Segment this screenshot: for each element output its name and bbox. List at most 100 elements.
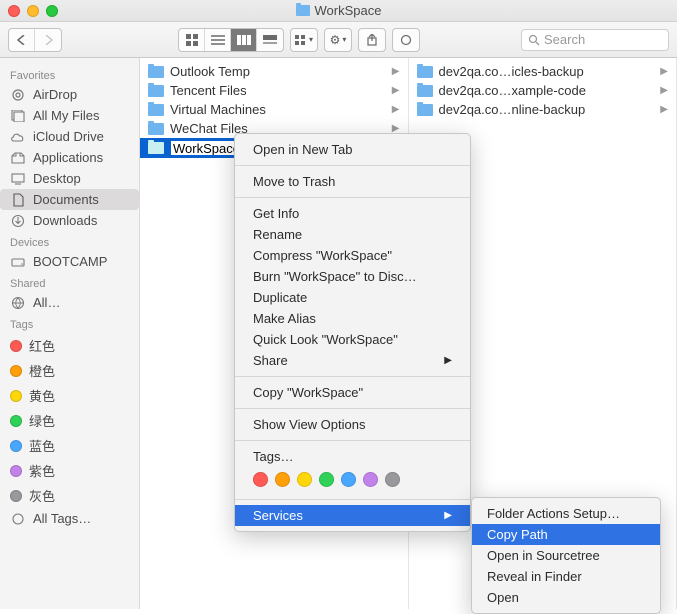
- ctx-get-info[interactable]: Get Info: [235, 203, 470, 224]
- context-menu: Open in New Tab Move to Trash Get Info R…: [234, 133, 471, 532]
- ctx-rename[interactable]: Rename: [235, 224, 470, 245]
- ctx-show-view-options[interactable]: Show View Options: [235, 414, 470, 435]
- sidebar-tag-red[interactable]: 红色: [0, 333, 139, 358]
- tag-dot-icon: [10, 465, 22, 477]
- sidebar-item-bootcamp[interactable]: BOOTCAMP: [0, 251, 139, 272]
- folder-icon: [148, 142, 164, 154]
- tag-color-button[interactable]: [297, 472, 312, 487]
- window-title: WorkSpace: [0, 3, 677, 18]
- sidebar-item-shared-all[interactable]: All…: [0, 292, 139, 313]
- ctx-open-new-tab[interactable]: Open in New Tab: [235, 139, 470, 160]
- desktop-icon: [10, 172, 26, 186]
- tag-dot-icon: [10, 415, 22, 427]
- zoom-window-button[interactable]: [46, 5, 58, 17]
- svc-open[interactable]: Open: [472, 587, 660, 608]
- ctx-duplicate[interactable]: Duplicate: [235, 287, 470, 308]
- documents-icon: [10, 193, 26, 207]
- list-item[interactable]: dev2qa.co…nline-backup▶: [409, 100, 677, 119]
- sidebar-tag-orange[interactable]: 橙色: [0, 358, 139, 383]
- folder-icon: [417, 104, 433, 116]
- window-controls: [8, 5, 58, 17]
- tag-dot-icon: [10, 390, 22, 402]
- sidebar-tag-blue[interactable]: 蓝色: [0, 433, 139, 458]
- search-placeholder: Search: [544, 32, 585, 47]
- ctx-quick-look[interactable]: Quick Look "WorkSpace": [235, 329, 470, 350]
- share-button[interactable]: [359, 29, 385, 51]
- separator: [235, 376, 470, 377]
- sidebar-tag-green[interactable]: 绿色: [0, 408, 139, 433]
- sidebar-tag-gray[interactable]: 灰色: [0, 483, 139, 508]
- sidebar-item-documents[interactable]: Documents: [0, 189, 139, 210]
- sidebar-item-airdrop[interactable]: AirDrop: [0, 84, 139, 105]
- ctx-share[interactable]: Share▶: [235, 350, 470, 371]
- minimize-window-button[interactable]: [27, 5, 39, 17]
- chevron-right-icon: ▶: [660, 66, 668, 77]
- tag-color-button[interactable]: [275, 472, 290, 487]
- list-item[interactable]: Tencent Files▶: [140, 81, 408, 100]
- sidebar-item-applications[interactable]: Applications: [0, 147, 139, 168]
- separator: [235, 440, 470, 441]
- column-view-button[interactable]: [231, 29, 257, 51]
- ctx-move-to-trash[interactable]: Move to Trash: [235, 171, 470, 192]
- svc-copy-path[interactable]: Copy Path: [472, 524, 660, 545]
- svc-folder-actions[interactable]: Folder Actions Setup…: [472, 503, 660, 524]
- ctx-tag-color-row: [235, 467, 470, 494]
- chevron-right-icon: ▶: [660, 85, 668, 96]
- folder-icon: [148, 123, 164, 135]
- tags-button[interactable]: [393, 29, 419, 51]
- folder-icon: [148, 104, 164, 116]
- back-button[interactable]: [9, 29, 35, 51]
- titlebar: WorkSpace: [0, 0, 677, 22]
- folder-icon: [148, 85, 164, 97]
- svc-reveal-finder[interactable]: Reveal in Finder: [472, 566, 660, 587]
- tag-dot-icon: [10, 365, 22, 377]
- folder-icon: [417, 66, 433, 78]
- sidebar-all-tags[interactable]: All Tags…: [0, 508, 139, 529]
- ctx-make-alias[interactable]: Make Alias: [235, 308, 470, 329]
- icon-view-button[interactable]: [179, 29, 205, 51]
- folder-icon: [296, 5, 310, 16]
- tag-dot-icon: [10, 490, 22, 502]
- cloud-icon: [10, 130, 26, 144]
- chevron-right-icon: ▶: [660, 104, 668, 115]
- downloads-icon: [10, 214, 26, 228]
- svc-open-sourcetree[interactable]: Open in Sourcetree: [472, 545, 660, 566]
- chevron-right-icon: ▶: [444, 510, 452, 521]
- all-files-icon: [10, 109, 26, 123]
- sidebar-item-desktop[interactable]: Desktop: [0, 168, 139, 189]
- gear-icon: ⚙: [330, 33, 341, 47]
- search-field[interactable]: Search: [521, 29, 669, 51]
- chevron-right-icon: ▶: [392, 66, 400, 77]
- sidebar-header-tags: Tags: [0, 313, 139, 333]
- ctx-services[interactable]: Services▶: [235, 505, 470, 526]
- close-window-button[interactable]: [8, 5, 20, 17]
- ctx-compress[interactable]: Compress "WorkSpace": [235, 245, 470, 266]
- tag-color-button[interactable]: [319, 472, 334, 487]
- window-title-text: WorkSpace: [315, 3, 382, 18]
- list-item[interactable]: Outlook Temp▶: [140, 62, 408, 81]
- list-item[interactable]: dev2qa.co…icles-backup▶: [409, 62, 677, 81]
- list-item[interactable]: Virtual Machines▶: [140, 100, 408, 119]
- sidebar-tag-purple[interactable]: 紫色: [0, 458, 139, 483]
- sidebar-item-icloud[interactable]: iCloud Drive: [0, 126, 139, 147]
- sidebar-item-all-my-files[interactable]: All My Files: [0, 105, 139, 126]
- toolbar: ▾ ⚙▾ Search: [0, 22, 677, 58]
- tag-color-button[interactable]: [363, 472, 378, 487]
- list-view-button[interactable]: [205, 29, 231, 51]
- chevron-right-icon: ▶: [444, 355, 452, 366]
- airdrop-icon: [10, 88, 26, 102]
- ctx-burn[interactable]: Burn "WorkSpace" to Disc…: [235, 266, 470, 287]
- chevron-right-icon: ▶: [392, 104, 400, 115]
- coverflow-view-button[interactable]: [257, 29, 283, 51]
- forward-button[interactable]: [35, 29, 61, 51]
- gear-button[interactable]: ⚙▾: [325, 29, 351, 51]
- tag-color-button[interactable]: [385, 472, 400, 487]
- sidebar-tag-yellow[interactable]: 黄色: [0, 383, 139, 408]
- tag-color-button[interactable]: [341, 472, 356, 487]
- arrange-button[interactable]: ▾: [291, 29, 317, 51]
- sidebar-item-downloads[interactable]: Downloads: [0, 210, 139, 231]
- ctx-copy[interactable]: Copy "WorkSpace": [235, 382, 470, 403]
- list-item[interactable]: dev2qa.co…xample-code▶: [409, 81, 677, 100]
- search-icon: [528, 34, 540, 46]
- tag-color-button[interactable]: [253, 472, 268, 487]
